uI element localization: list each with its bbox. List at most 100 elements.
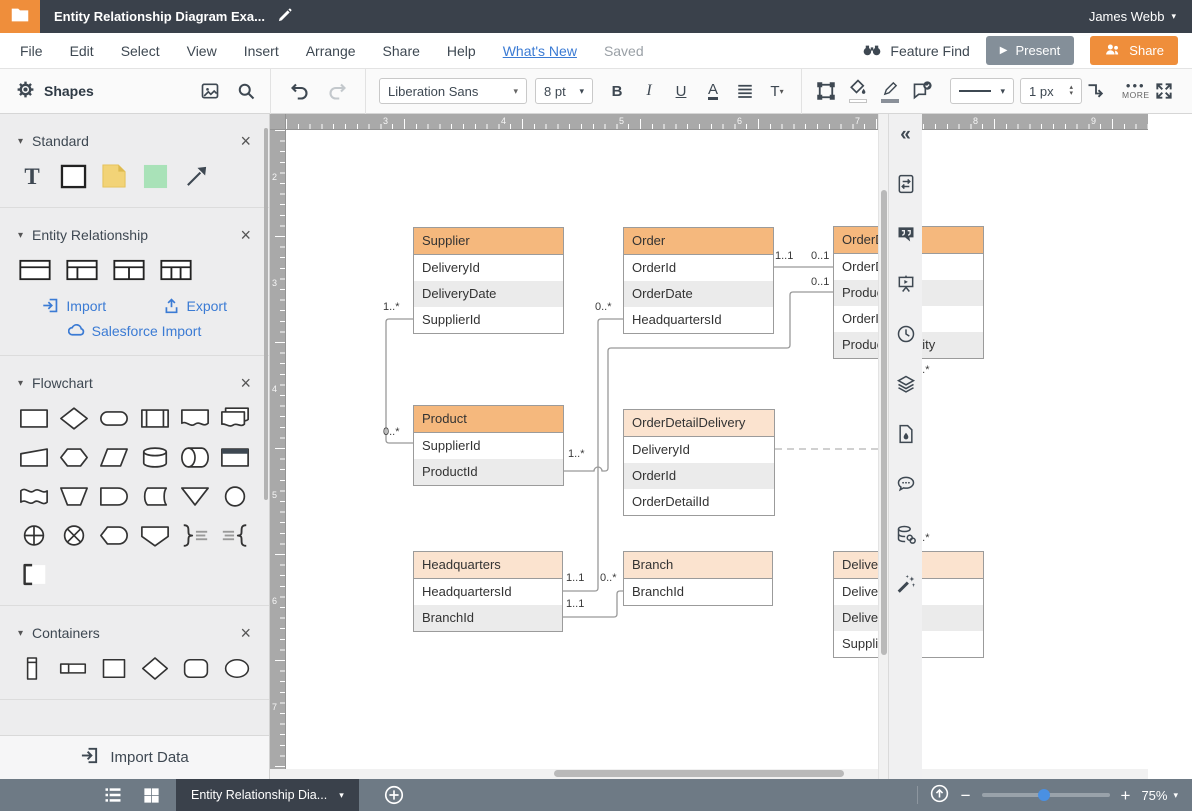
- block-shape[interactable]: [141, 163, 169, 189]
- entity-field[interactable]: SupplierId: [414, 433, 563, 459]
- shapes-panel-button[interactable]: Shapes: [16, 80, 94, 102]
- entity-branch[interactable]: BranchBranchId: [623, 551, 773, 606]
- entity-field[interactable]: DeliveryId: [414, 255, 563, 281]
- share-button[interactable]: Share: [1090, 36, 1178, 65]
- more-button[interactable]: ••• MORE: [1122, 82, 1150, 100]
- menu-insert[interactable]: Insert: [244, 43, 279, 59]
- internal-storage-shape[interactable]: [220, 444, 250, 470]
- elbow-connector-icon[interactable]: [1082, 76, 1110, 106]
- salesforce-import-link[interactable]: Salesforce Import: [14, 322, 255, 339]
- document-settings-icon[interactable]: [893, 172, 919, 196]
- container-rounded-shape[interactable]: [182, 655, 210, 681]
- entity-product[interactable]: ProductSupplierIdProductId: [413, 405, 564, 486]
- entity-field[interactable]: HeadquartersId: [414, 579, 562, 605]
- page-grid-icon[interactable]: [134, 779, 168, 811]
- entity-field[interactable]: ProductId: [414, 459, 563, 485]
- entity-headquarters[interactable]: HeadquartersHeadquartersIdBranchId: [413, 551, 563, 632]
- vertical-scrollbar-thumb[interactable]: [881, 190, 887, 655]
- menu-view[interactable]: View: [187, 43, 217, 59]
- close-icon[interactable]: ×: [240, 376, 251, 390]
- off-page-connector-shape[interactable]: [140, 522, 170, 548]
- text-shape[interactable]: T: [18, 163, 46, 189]
- stepper-arrows-icon[interactable]: ▴▾: [1069, 85, 1073, 97]
- magic-wand-icon[interactable]: [893, 572, 919, 596]
- data-shape[interactable]: [99, 444, 129, 470]
- display-shape[interactable]: [99, 522, 129, 548]
- menu-file[interactable]: File: [20, 43, 43, 59]
- er-table-3-shape[interactable]: [112, 257, 146, 283]
- export-link[interactable]: Export: [135, 297, 256, 314]
- summing-junction-shape[interactable]: [59, 522, 89, 548]
- edit-title-button[interactable]: [277, 8, 292, 26]
- close-icon[interactable]: ×: [240, 134, 251, 148]
- direct-access-storage-shape[interactable]: [180, 444, 210, 470]
- bracket-shape[interactable]: [19, 561, 49, 587]
- page-style-icon[interactable]: [893, 422, 919, 446]
- fit-to-screen-icon[interactable]: [929, 783, 950, 807]
- menu-help[interactable]: Help: [447, 43, 476, 59]
- entity-field[interactable]: SupplierId: [414, 307, 563, 333]
- add-page-icon[interactable]: [377, 779, 411, 811]
- panel-scrollbar[interactable]: [264, 128, 268, 500]
- or-shape[interactable]: [19, 522, 49, 548]
- caret-down-icon[interactable]: ▾: [18, 136, 23, 147]
- predefined-process-shape[interactable]: [140, 405, 170, 431]
- connector-shape[interactable]: [220, 483, 250, 509]
- entity-field[interactable]: OrderDate: [624, 281, 773, 307]
- er-table-4-shape[interactable]: [159, 257, 193, 283]
- search-icon[interactable]: [232, 76, 260, 106]
- line-style-select[interactable]: ▾: [950, 78, 1014, 104]
- entity-field[interactable]: OrderId: [624, 255, 773, 281]
- connector[interactable]: [386, 319, 413, 443]
- er-table-shape[interactable]: [18, 257, 52, 283]
- preparation-shape[interactable]: [59, 444, 89, 470]
- entity-field[interactable]: OrderId: [624, 463, 774, 489]
- shape-frame-icon[interactable]: [812, 76, 840, 106]
- brace-right-shape[interactable]: [180, 522, 210, 548]
- menu-arrange[interactable]: Arrange: [306, 43, 356, 59]
- close-icon[interactable]: ×: [240, 228, 251, 242]
- font-size-select[interactable]: 8 pt ▾: [535, 78, 593, 104]
- collapse-panel-icon[interactable]: «: [893, 122, 919, 146]
- line-weight-stepper[interactable]: 1 px ▴▾: [1020, 78, 1082, 104]
- presentation-icon[interactable]: [893, 272, 919, 296]
- image-icon[interactable]: [196, 76, 224, 106]
- rectangle-shape[interactable]: [59, 163, 87, 189]
- feature-find-button[interactable]: Feature Find: [862, 39, 969, 62]
- container-horizontal-shape[interactable]: [59, 655, 87, 681]
- caret-down-icon[interactable]: ▾: [18, 628, 23, 639]
- document-shape[interactable]: [180, 405, 210, 431]
- page-list-icon[interactable]: [96, 779, 130, 811]
- paper-tape-shape[interactable]: [19, 483, 49, 509]
- zoom-level-select[interactable]: 75% ▾: [1141, 788, 1178, 803]
- menu-share[interactable]: Share: [383, 43, 420, 59]
- multiple-documents-shape[interactable]: [220, 405, 250, 431]
- comments-icon[interactable]: [893, 472, 919, 496]
- text-color-icon[interactable]: A: [699, 76, 727, 106]
- font-family-select[interactable]: Liberation Sans ▾: [379, 78, 527, 104]
- present-button[interactable]: ▶ Present: [986, 36, 1075, 65]
- user-menu[interactable]: James Webb ▾: [1089, 9, 1176, 24]
- decision-shape[interactable]: [59, 405, 89, 431]
- text-style-icon[interactable]: T▾: [763, 76, 791, 106]
- data-linking-icon[interactable]: [893, 522, 919, 546]
- caret-down-icon[interactable]: ▾: [18, 230, 23, 241]
- container-diamond-shape[interactable]: [141, 655, 169, 681]
- fullscreen-icon[interactable]: [1150, 76, 1178, 106]
- entity-field[interactable]: HeadquartersId: [624, 307, 773, 333]
- close-icon[interactable]: ×: [240, 626, 251, 640]
- undo-icon[interactable]: [285, 76, 313, 106]
- italic-icon[interactable]: I: [635, 76, 663, 106]
- import-data-button[interactable]: Import Data: [0, 735, 269, 779]
- arrow-shape[interactable]: [182, 163, 210, 189]
- zoom-slider-thumb[interactable]: [1038, 789, 1050, 801]
- underline-icon[interactable]: U: [667, 76, 695, 106]
- page-tab[interactable]: Entity Relationship Dia... ▾: [176, 779, 359, 811]
- zoom-out-icon[interactable]: −: [961, 787, 971, 804]
- caret-down-icon[interactable]: ▾: [18, 378, 23, 389]
- process-shape[interactable]: [19, 405, 49, 431]
- manual-input-shape[interactable]: [19, 444, 49, 470]
- entity-field[interactable]: BranchId: [624, 579, 772, 605]
- terminator-shape[interactable]: [99, 405, 129, 431]
- entity-field[interactable]: DeliveryDate: [414, 281, 563, 307]
